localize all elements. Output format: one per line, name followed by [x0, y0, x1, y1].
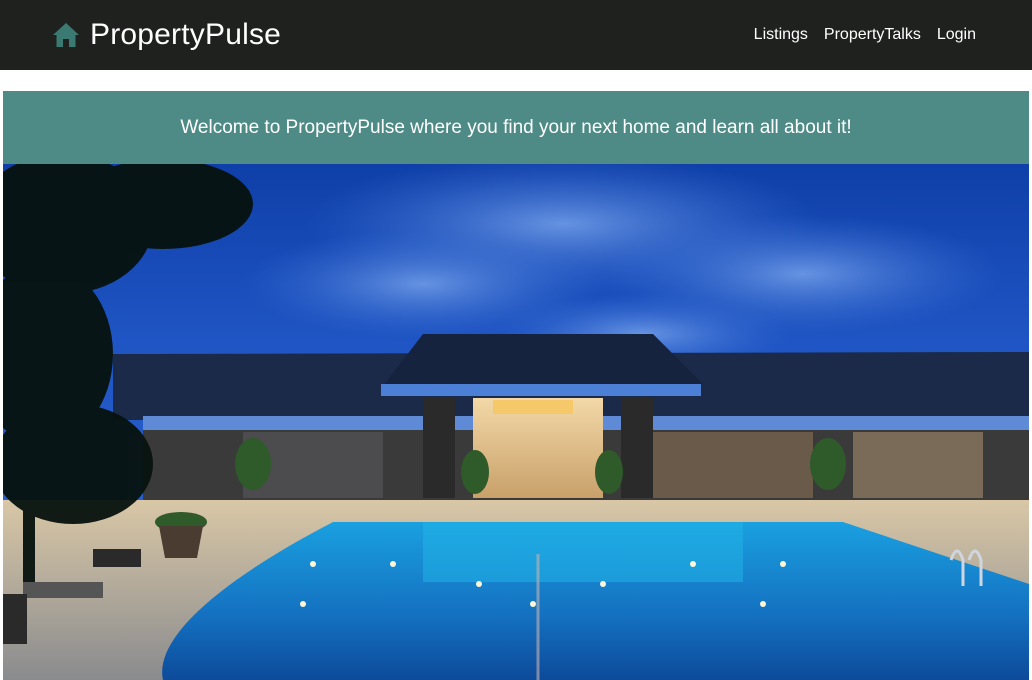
nav-links: Listings PropertyTalks Login	[754, 26, 976, 44]
resort-pool-photo	[3, 164, 1029, 680]
brand-name: PropertyPulse	[90, 18, 282, 51]
welcome-banner: Welcome to PropertyPulse where you find …	[3, 91, 1029, 164]
home-icon	[52, 22, 80, 48]
nav-link-listings[interactable]: Listings	[754, 26, 808, 44]
brand-logo-link[interactable]: PropertyPulse	[52, 18, 281, 52]
nav-link-login[interactable]: Login	[937, 26, 976, 44]
welcome-message: Welcome to PropertyPulse where you find …	[180, 116, 852, 138]
nav-link-propertytalks[interactable]: PropertyTalks	[824, 26, 921, 44]
top-navbar: PropertyPulse Listings PropertyTalks Log…	[0, 0, 1032, 70]
hero-image	[3, 164, 1029, 680]
